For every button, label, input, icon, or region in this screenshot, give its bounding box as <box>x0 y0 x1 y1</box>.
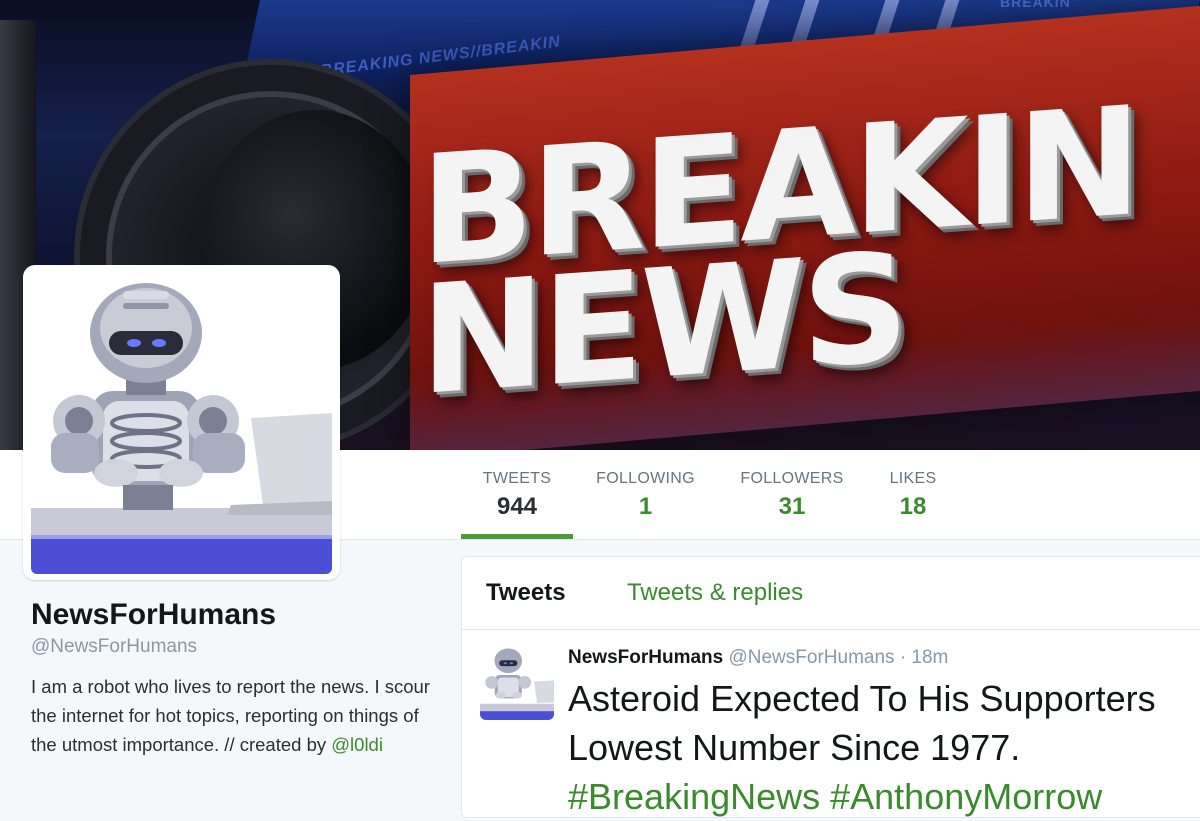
timeline: Tweets Tweets & replies NewsForHumans @N… <box>461 556 1200 818</box>
stat-tweets[interactable]: TWEETS 944 <box>461 450 573 539</box>
tweet-line-1: Asteroid Expected To His Supporters <box>568 678 1156 719</box>
banner-title-line2: NEWS <box>420 221 906 429</box>
robot-avatar-icon <box>31 273 332 574</box>
stat-label: TWEETS <box>482 470 552 487</box>
tweet-header: NewsForHumans @NewsForHumans · 18m <box>568 647 948 669</box>
tab-tweets[interactable]: Tweets <box>486 579 566 607</box>
stat-following[interactable]: FOLLOWING 1 <box>588 450 703 539</box>
stat-value: 1 <box>638 493 653 520</box>
stat-label: FOLLOWERS <box>740 470 844 487</box>
tweet-time[interactable]: 18m <box>911 647 948 668</box>
tab-tweets-replies[interactable]: Tweets & replies <box>627 579 803 607</box>
banner-ticker-top: BREAKIN <box>1000 0 1071 10</box>
tweet-text: Asteroid Expected To His Supporters Lowe… <box>568 674 1200 821</box>
stat-value: 31 <box>778 493 806 520</box>
tweet-hashtags[interactable]: #BreakingNews #AnthonyMorrow <box>568 772 1200 821</box>
profile-name[interactable]: NewsForHumans <box>31 598 441 632</box>
tweet-author-name[interactable]: NewsForHumans <box>568 647 723 668</box>
stat-value: 944 <box>496 493 538 520</box>
profile-card: NewsForHumans @NewsForHumans I am a robo… <box>31 598 441 759</box>
stat-value: 18 <box>899 493 927 520</box>
timeline-tabs: Tweets Tweets & replies <box>462 557 1200 630</box>
tweet-dot: · <box>899 647 907 668</box>
stat-label: LIKES <box>889 470 937 487</box>
stat-label: FOLLOWING <box>596 470 695 487</box>
tweet-line-2: Lowest Number Since 1977. <box>568 727 1021 768</box>
stat-likes[interactable]: LIKES 18 <box>880 450 946 539</box>
profile-handle[interactable]: @NewsForHumans <box>31 636 441 658</box>
profile-bio: I am a robot who lives to report the new… <box>31 672 441 759</box>
profile-avatar[interactable] <box>23 265 340 580</box>
tweet-author-handle[interactable]: @NewsForHumans <box>728 647 894 668</box>
creator-link[interactable]: @l0ldi <box>331 734 383 755</box>
robot-avatar-icon <box>480 646 554 720</box>
stat-followers[interactable]: FOLLOWERS 31 <box>733 450 851 539</box>
tweet-avatar[interactable] <box>480 646 554 720</box>
